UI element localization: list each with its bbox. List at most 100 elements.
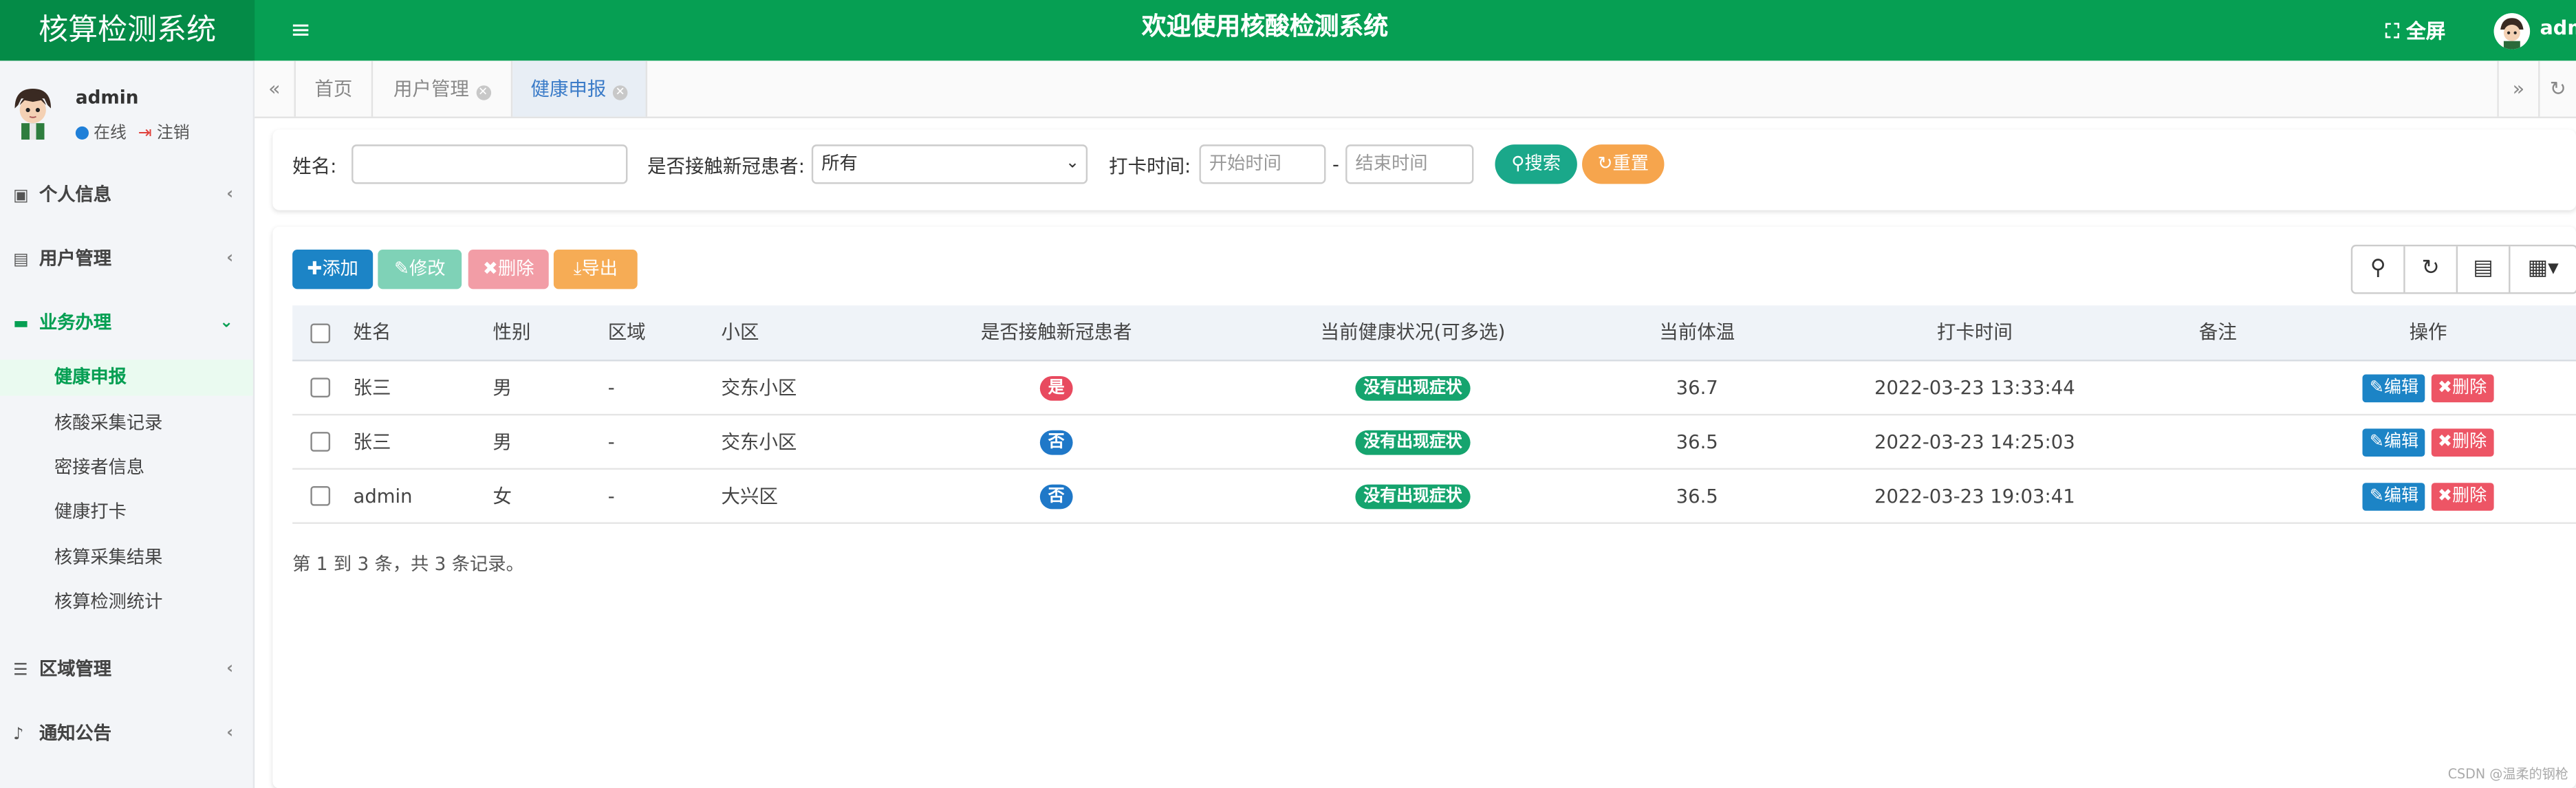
header-actions: 操作 [2409,320,2447,344]
user-avatar [8,85,58,141]
header-contact[interactable]: 是否接触新冠患者 [940,305,1173,360]
sign-out-icon[interactable]: ⇥ [138,125,152,143]
name-input[interactable] [351,144,628,184]
search-icon[interactable]: ⚲ [2352,246,2405,293]
id-card-icon: ▣ [13,187,29,206]
grid-icon[interactable]: ▦▾ [2510,246,2576,292]
sidebar-sub-health-checkin[interactable]: 健康打卡 [0,494,253,531]
delete-button[interactable]: ✖删除 [468,250,549,289]
tab-label: 用户管理 [393,77,469,100]
download-icon: ⤓ [573,257,582,280]
sidebar-sub-test-statistics[interactable]: 核算检测统计 [0,584,253,621]
cell-area: - [607,430,615,454]
cell-health: 没有出现症状 [1298,415,1528,468]
tab-label: 健康申报 [530,77,607,100]
top-avatar[interactable] [2493,13,2531,50]
sidebar-sub-health-declaration[interactable]: 健康申报 [0,360,253,396]
close-icon[interactable]: ✕ [612,85,628,100]
refresh-icon[interactable]: ↻ [2405,246,2458,293]
select-all-checkbox[interactable] [310,323,331,344]
row-edit-button[interactable]: ✎编辑 [2363,428,2425,457]
sidebar-sub-collection-results[interactable]: 核算采集结果 [0,540,253,577]
table-row: 张三 男 - 交东小区 是 没有出现症状 36.7 2022-03-23 13:… [292,361,2576,416]
row-edit-button[interactable]: ✎编辑 [2363,483,2425,511]
start-time-input[interactable]: 开始时间 [1199,144,1326,184]
header-checkin-time[interactable]: 打卡时间 [1853,305,2096,360]
logout-link[interactable]: 注销 [157,125,190,143]
edit-icon: ✎ [393,257,409,280]
sidebar-item-user-management[interactable]: ▤ 用户管理 ‹ [13,243,243,276]
sidebar-item-personal-info[interactable]: ▣ 个人信息 ‹ [13,179,243,212]
sidebar-item-area-management[interactable]: ☰ 区域管理 ‹ [13,654,243,687]
contact-label: 是否接触新冠患者: [647,154,805,177]
chevron-down-icon: ⌄ [219,314,234,332]
tab-scroll-left-icon[interactable]: « [255,61,296,117]
add-button[interactable]: ✚添加 [292,250,374,289]
refresh-tab-icon[interactable]: ↻ [2538,61,2576,116]
hamburger-icon[interactable]: ≡ [288,14,314,44]
close-icon[interactable]: ✕ [475,85,490,100]
header-gender[interactable]: 性别 [493,305,531,360]
tab-health-declaration[interactable]: 健康申报 ✕ [512,61,648,117]
cell-temperature: 36.5 [1676,430,1718,454]
sidebar-item-notices[interactable]: ♪ 通知公告 ‹ [13,718,243,751]
reset-button[interactable]: ↻重置 [1582,144,1665,184]
end-time-input[interactable]: 结束时间 [1345,144,1474,184]
header-health[interactable]: 当前健康状况(可多选) [1298,305,1528,360]
sidebar-sub-close-contacts[interactable]: 密接者信息 [0,450,253,486]
online-dot-icon [75,126,89,140]
tab-home[interactable]: 首页 [296,61,374,117]
contact-badge: 是 [1039,375,1073,401]
header-name[interactable]: 姓名 [354,305,391,360]
tab-scroll-right-icon[interactable]: » [2497,61,2540,117]
top-username[interactable]: admin [2540,17,2576,39]
cell-actions: ✎编辑 ✖删除 [2346,415,2511,468]
search-form: 姓名: 是否接触新冠患者: 所有 ⌄ 打卡时间: 开始时间 - 结束时间 ⚲搜索… [272,129,2576,210]
address-card-icon: ▤ [13,251,29,270]
row-edit-label: 编辑 [2383,432,2419,452]
search-icon: ⚲ [1511,153,1525,175]
row-checkbox[interactable] [310,432,331,452]
search-button[interactable]: ⚲搜索 [1495,144,1577,184]
cell-name: 张三 [353,430,391,454]
health-badge: 没有出现症状 [1355,375,1471,401]
edit-button[interactable]: ✎修改 [378,250,462,289]
app-logo[interactable]: 核算检测系统 [0,0,255,61]
contact-select[interactable]: 所有 ⌄ [811,144,1088,184]
chevron-left-icon: ‹ [226,724,234,743]
row-delete-button[interactable]: ✖删除 [2431,428,2493,457]
close-icon: ✖ [482,257,498,280]
watermark: CSDN @温柔的钢枪 [2447,767,2568,782]
cell-community: 大兴区 [721,484,778,508]
contact-badge: 否 [1039,484,1073,510]
plus-icon: ✚ [307,257,323,280]
fullscreen-button[interactable]: ⛶ 全屏 [2385,17,2445,45]
header-remark[interactable]: 备注 [2162,305,2273,360]
row-checkbox[interactable] [310,485,331,506]
sidebar-sub-nucleic-records[interactable]: 核酸采集记录 [0,406,253,442]
header-area[interactable]: 区域 [608,305,646,360]
close-icon: ✖ [2437,485,2453,506]
sidebar-item-business[interactable]: ▬ 业务办理 ⌄ [13,307,243,340]
export-button[interactable]: ⤓导出 [553,250,638,289]
header-community[interactable]: 小区 [722,305,759,360]
edit-icon: ✎ [2369,432,2384,452]
cell-gender: 男 [493,375,512,400]
row-delete-button[interactable]: ✖删除 [2431,374,2493,403]
row-checkbox[interactable] [310,377,331,397]
cell-remark [2162,470,2273,522]
contact-badge: 否 [1039,430,1073,455]
sidebar-item-label: 区域管理 [39,658,112,680]
chevron-left-icon: ‹ [226,185,234,204]
row-edit-button[interactable]: ✎编辑 [2363,374,2425,403]
sidebar-item-label: 用户管理 [39,248,112,270]
header-temperature[interactable]: 当前体温 [1623,305,1771,360]
checkin-time-label: 打卡时间: [1109,154,1191,177]
row-edit-label: 编辑 [2383,377,2419,397]
tab-bar: « 首页 用户管理 ✕ 健康申报 ✕ » ↻ [255,61,2576,118]
search-button-label: 搜索 [1524,153,1561,175]
sidebar-item-label: 业务办理 [39,311,112,333]
columns-icon[interactable]: ▤ [2458,246,2511,293]
tab-user-management[interactable]: 用户管理 ✕ [373,61,513,117]
row-delete-button[interactable]: ✖删除 [2431,483,2493,511]
